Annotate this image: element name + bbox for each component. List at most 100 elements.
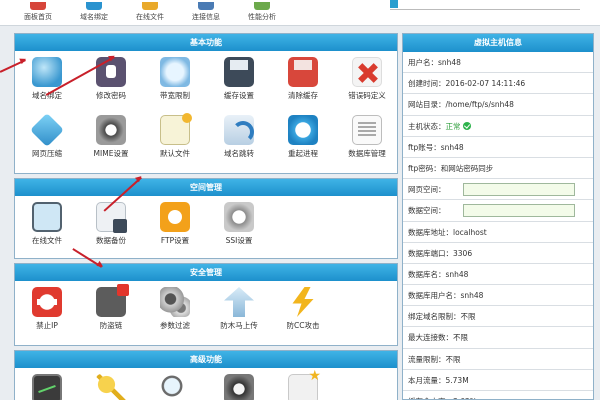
top-item-label: 在线文件 [136, 13, 164, 21]
host-info-panel: 虚拟主机信息 用户名snh48创建时间2016-02-07 14:11:46 网站… [402, 33, 594, 400]
info-value: snh48 [460, 291, 484, 301]
dial-icon [224, 374, 254, 400]
info-key: 数据库名 [408, 270, 446, 279]
ban-icon [32, 287, 62, 317]
top-item-domain[interactable]: 域名绑定 [66, 2, 122, 22]
document-icon [160, 113, 192, 145]
top-item-label: 性能分析 [248, 13, 276, 21]
info-key: 本月流量 [408, 376, 446, 385]
function-tile[interactable]: 防CC攻击 [271, 281, 335, 333]
info-row: 主机状态正常 [403, 116, 593, 137]
performance-icon [254, 2, 270, 10]
info-key: 数据库端口 [408, 249, 453, 258]
info-row: 网页空间 [403, 179, 593, 201]
function-tile[interactable]: 防木马上传 [207, 281, 271, 333]
function-tile[interactable] [143, 368, 207, 400]
home-icon [30, 2, 46, 10]
info-key: 主机状态 [408, 122, 446, 131]
function-tile[interactable]: 网页压缩 [15, 109, 79, 161]
function-tile[interactable]: 数据库管理 [335, 109, 399, 161]
files-icon [142, 2, 158, 10]
top-toolbar: 面板首页 域名绑定 在线文件 连接信息 性能分析 [0, 0, 600, 26]
function-tile[interactable]: MIME设置 [79, 109, 143, 161]
function-tile[interactable]: 重起进程 [271, 109, 335, 161]
info-key: 数据库地址 [408, 228, 453, 237]
function-tile-label: 域名绑定 [32, 91, 62, 100]
function-tile[interactable]: 错误码定义 [335, 51, 399, 103]
panel-1: 基本功能 域名绑定 修改密码 带宽限制 缓存设置 清除缓存 错误码定义 网页压缩 MIME设置 默… [14, 33, 398, 174]
function-tile[interactable]: 禁止IP [15, 281, 79, 333]
usage-bar-field[interactable] [463, 183, 575, 197]
panel-4: 高级功能 [14, 350, 398, 400]
function-tile-label: 清除缓存 [288, 91, 318, 100]
info-row: 创建时间2016-02-07 14:11:46 [403, 73, 593, 95]
function-tile[interactable]: FTP设置 [143, 196, 207, 248]
host-info-rows: 用户名snh48创建时间2016-02-07 14:11:46网站目录/home… [403, 52, 593, 399]
info-key: 绑定域名限制 [408, 312, 461, 321]
top-item-connection[interactable]: 连接信息 [178, 2, 234, 22]
top-right-strip [390, 0, 580, 10]
function-tile-label: 在线文件 [32, 236, 62, 245]
function-tile[interactable] [207, 368, 271, 400]
function-tile[interactable] [271, 368, 335, 400]
info-value: snh48 [438, 58, 461, 67]
floppy-red-icon [288, 57, 318, 87]
connection-icon [198, 2, 214, 10]
info-row: 数据库名snh48 [403, 264, 593, 286]
info-value: 5.73M [445, 375, 469, 385]
function-tile-label: 参数过滤 [160, 321, 190, 330]
host-info-title: 虚拟主机信息 [403, 34, 593, 52]
info-key: 数据库用户名 [408, 291, 461, 300]
backup-icon [96, 202, 127, 233]
info-row: 流量限制不限 [403, 349, 593, 370]
function-tile[interactable]: 域名跳转 [207, 109, 271, 161]
hotlink-icon [96, 284, 129, 317]
info-value: 正常 [445, 121, 461, 131]
info-key: 网站目录 [408, 100, 446, 109]
cogs-icon [160, 287, 190, 317]
monitor-chart-icon [32, 374, 62, 400]
lock-icon [96, 57, 126, 87]
function-tile-label: 域名跳转 [224, 149, 254, 158]
top-item-home[interactable]: 面板首页 [10, 2, 66, 22]
redirect-arrow-icon [224, 115, 254, 145]
globe-icon [32, 57, 62, 87]
function-tile[interactable]: SSI设置 [207, 196, 271, 248]
info-row: 数据库地址localhost [403, 222, 593, 243]
gear-icon [96, 115, 126, 145]
info-row: 绑定域名限制不限 [403, 306, 593, 328]
top-item-files[interactable]: 在线文件 [122, 2, 178, 22]
info-key: 创建时间 [408, 79, 446, 88]
info-row: ftp账号snh48 [403, 137, 593, 158]
function-tile-label: SSI设置 [225, 236, 253, 245]
usage-bar-field[interactable] [463, 204, 575, 218]
info-key: 流量限制 [408, 355, 446, 364]
magnifier-icon [160, 374, 190, 400]
cube-icon [30, 113, 64, 147]
info-row: 用户名snh48 [403, 52, 593, 74]
info-row: 数据库端口3306 [403, 243, 593, 264]
upload-shield-icon [224, 287, 254, 317]
info-key: ftp账号 [408, 143, 441, 152]
function-tile[interactable]: 带宽限制 [143, 51, 207, 103]
function-tile[interactable]: 默认文件 [143, 109, 207, 161]
function-tile[interactable]: 清除缓存 [271, 51, 335, 103]
function-tile[interactable] [79, 368, 143, 400]
top-item-label: 域名绑定 [80, 13, 108, 21]
function-tile[interactable]: 参数过滤 [143, 281, 207, 333]
function-tile[interactable] [15, 368, 79, 400]
lightning-icon [292, 287, 314, 317]
function-tile[interactable]: 防盗链 [79, 281, 143, 333]
domain-icon [86, 2, 102, 10]
floppy-icon [224, 57, 254, 87]
info-value: snh48 [445, 269, 469, 279]
info-square-icon [390, 0, 398, 8]
top-item-performance[interactable]: 性能分析 [234, 2, 290, 22]
function-tile[interactable]: 缓存设置 [207, 51, 271, 103]
function-tile-label: 修改密码 [96, 91, 126, 100]
function-tile[interactable]: 在线文件 [15, 196, 79, 248]
function-tile-label: FTP设置 [160, 236, 190, 245]
function-tile-label: 缓存设置 [224, 91, 254, 100]
ftp-icon [160, 202, 190, 232]
info-key: ftp密码 [408, 164, 441, 173]
